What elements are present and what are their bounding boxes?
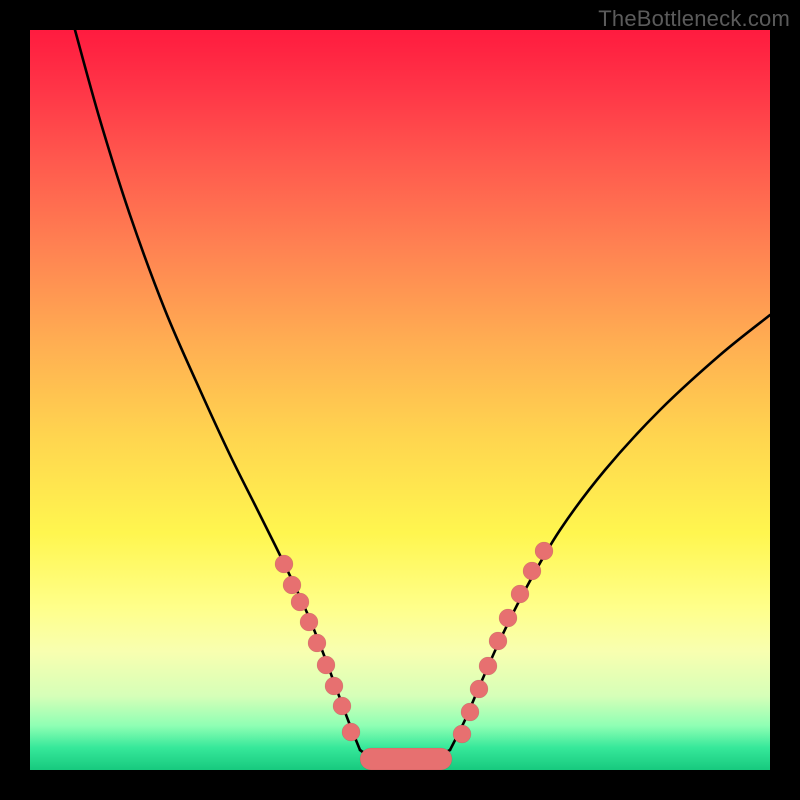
data-marker xyxy=(523,562,541,580)
chart-frame: TheBottleneck.com xyxy=(0,0,800,800)
markers-right xyxy=(453,542,553,743)
chart-svg xyxy=(30,30,770,770)
markers-left xyxy=(275,555,360,741)
data-marker xyxy=(342,723,360,741)
data-marker xyxy=(300,613,318,631)
data-marker xyxy=(317,656,335,674)
data-marker xyxy=(308,634,326,652)
data-marker xyxy=(291,593,309,611)
data-marker xyxy=(511,585,529,603)
curve-right-branch xyxy=(450,315,770,750)
data-marker xyxy=(283,576,301,594)
watermark-text: TheBottleneck.com xyxy=(598,6,790,32)
data-marker xyxy=(479,657,497,675)
data-marker xyxy=(535,542,553,560)
data-marker xyxy=(489,632,507,650)
data-marker xyxy=(333,697,351,715)
data-marker xyxy=(325,677,343,695)
chart-plot-area xyxy=(30,30,770,770)
data-marker xyxy=(461,703,479,721)
data-marker xyxy=(499,609,517,627)
valley-marker-cluster xyxy=(360,748,452,770)
data-marker xyxy=(275,555,293,573)
data-marker xyxy=(470,680,488,698)
data-marker xyxy=(453,725,471,743)
